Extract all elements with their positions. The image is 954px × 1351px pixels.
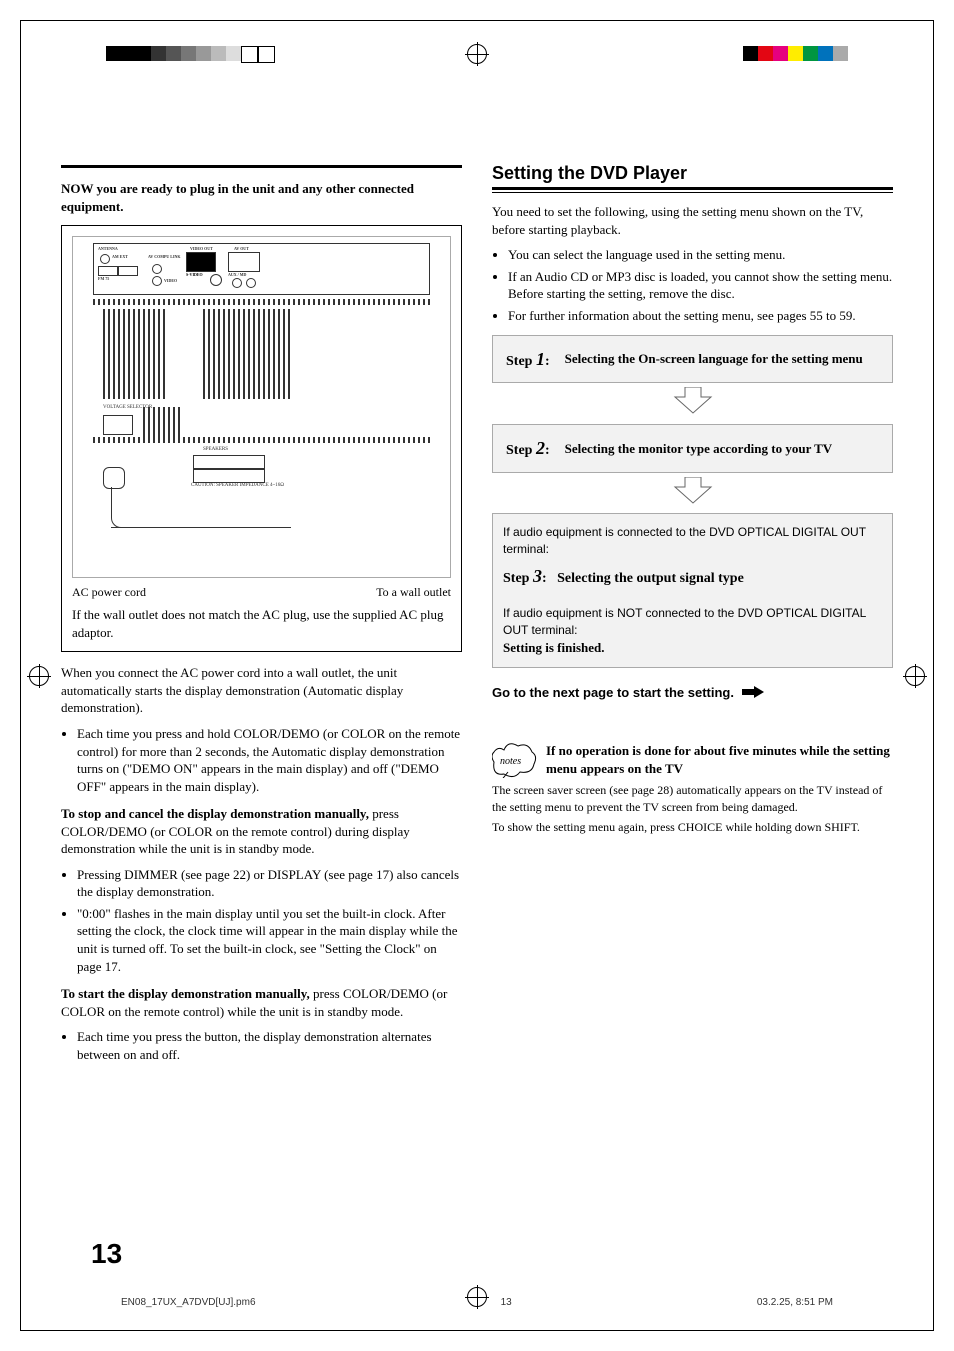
s-video-jack-icon [210,274,222,286]
power-cord-line-icon [111,527,291,528]
section-rule [492,187,893,193]
registration-mark-left [29,666,49,686]
footer-file: EN08_17UX_A7DVD[UJ].pm6 [121,1297,256,1308]
notes-title: If no operation is done for about five m… [546,742,893,778]
list-item: "0:00" flashes in the main display until… [77,905,462,975]
heatsink-right-icon [203,309,293,399]
bullets-start-demo: Each time you press the button, the disp… [61,1028,462,1063]
left-intro: NOW you are ready to plug in the unit an… [61,180,462,215]
color-chip [788,46,803,61]
color-chip [226,46,241,61]
list-item: For further information about the settin… [508,307,893,325]
info-line1: If audio equipment is connected to the D… [503,524,882,558]
list-item: You can select the language used in the … [508,246,893,264]
page-frame: NOW you are ready to plug in the unit an… [20,20,934,1331]
voltage-selector-icon [103,415,133,435]
color-chip [151,46,166,61]
list-item: If an Audio CD or MP3 disc is loaded, yo… [508,268,893,303]
info-line3: Setting is finished. [503,639,882,657]
aux-right-jack-icon [232,278,242,288]
rule-top-left [61,165,462,168]
vent-row-icon [93,299,430,305]
list-item: Each time you press and hold COLOR/DEMO … [77,725,462,795]
left-column: NOW you are ready to plug in the unit an… [61,161,462,1073]
diagram-frame: ANTENNA AM EXT FM 75 AV COMPU LINK VIDEO… [61,225,462,652]
arrow-down-icon [673,387,713,415]
list-item: Pressing DIMMER (see page 22) or DISPLAY… [77,866,462,901]
step-2-box: Step 2: Selecting the monitor type accor… [492,424,893,473]
color-chip [136,46,151,61]
color-chips-right [743,46,848,61]
video-jack-icon [152,276,162,286]
notes-body2: To show the setting menu again, press CH… [492,819,893,835]
bullets-cancel-demo: Pressing DIMMER (see page 22) or DISPLAY… [61,866,462,975]
color-chip [258,46,275,63]
color-chip [181,46,196,61]
color-chip [121,46,136,61]
color-chip [743,46,758,61]
notes-body1: The screen saver screen (see page 28) au… [492,782,893,814]
registration-mark-bottom [467,1287,487,1307]
video-out-select-icon [186,252,216,272]
speaker-terminal-bottom-icon [193,469,265,483]
heatsink-left-icon [103,309,165,399]
arrow-down-icon [673,477,713,505]
info-line2: If audio equipment is NOT connected to t… [503,605,882,639]
fm-jack-icon [98,266,118,276]
step-1-box: Step 1: Selecting the On-screen language… [492,335,893,384]
right-intro: You need to set the following, using the… [492,203,893,238]
left-para3: To start the display demonstration manua… [61,985,462,1020]
color-chip [196,46,211,61]
diagram-label-cord: AC power cord [72,584,146,600]
footer-timestamp: 03.2.25, 8:51 PM [757,1297,833,1308]
cord-grommet-icon [103,467,125,489]
svg-text:notes: notes [500,756,521,767]
diagram-caption: If the wall outlet does not match the AC… [72,606,451,641]
color-chips-left [106,46,275,63]
color-chip [166,46,181,61]
color-chip [818,46,833,61]
footer-page: 13 [501,1297,512,1308]
info-box: If audio equipment is connected to the D… [492,513,893,668]
notes-row: notes If no operation is done for about … [492,742,893,778]
rear-panel-diagram: ANTENNA AM EXT FM 75 AV COMPU LINK VIDEO… [72,236,451,578]
color-chip [758,46,773,61]
list-item: Each time you press the button, the disp… [77,1028,462,1063]
arrow-down-2 [492,477,893,510]
color-chip [241,46,258,63]
bullets-intro: You can select the language used in the … [492,246,893,324]
arrow-right-icon [742,685,764,703]
arrow-down-1 [492,387,893,420]
notes-icon: notes [492,742,538,778]
color-chip [833,46,848,61]
diagram-label-outlet: To a wall outlet [376,584,451,600]
color-chip [773,46,788,61]
left-para1: When you connect the AC power cord into … [61,664,462,717]
speaker-terminal-top-icon [193,455,265,469]
vent-row-bottom-icon [93,437,430,443]
color-chip [211,46,226,61]
section-title: Setting the DVD Player [492,161,893,185]
next-page-line: Go to the next page to start the setting… [492,684,893,702]
color-chip [106,46,121,61]
av-link-jack-icon [152,264,162,274]
registration-mark-right [905,666,925,686]
right-column: Setting the DVD Player You need to set t… [492,161,893,1073]
antenna-jack-icon [100,254,110,264]
content-columns: NOW you are ready to plug in the unit an… [61,161,893,1073]
am-loop-jack-icon [118,266,138,276]
power-cord-icon [111,487,142,528]
registration-mark-top [467,44,487,64]
color-chip [803,46,818,61]
left-para2: To stop and cancel the display demonstra… [61,805,462,858]
aux-left-jack-icon [246,278,256,288]
page-number: 13 [91,1238,122,1270]
bullets-demo-toggle: Each time you press and hold COLOR/DEMO … [61,725,462,795]
av-out-jack-icon [228,252,260,272]
